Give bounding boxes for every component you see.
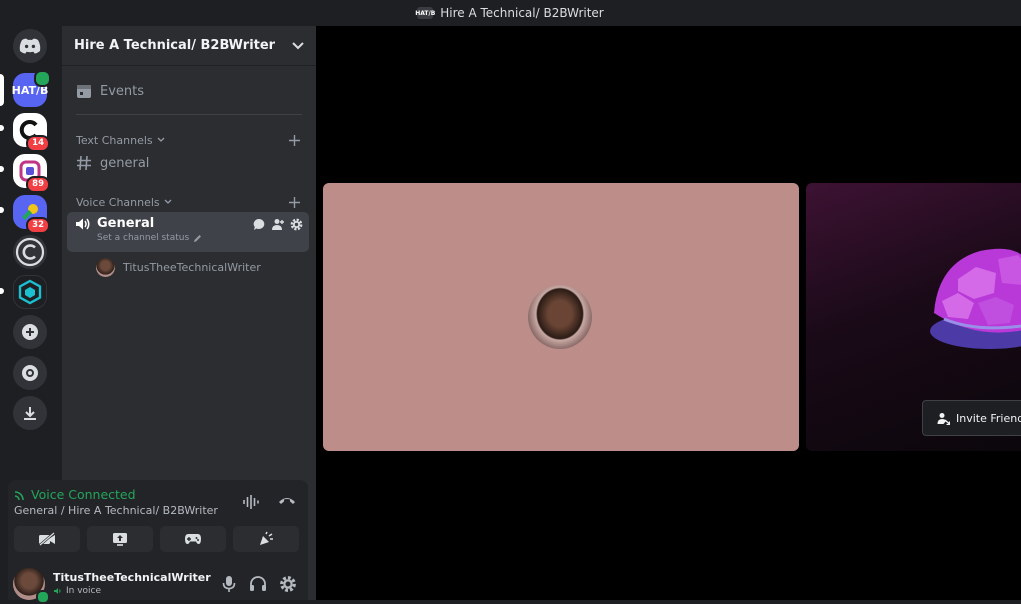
voice-speaker-icon [34,70,51,87]
voice-channel-general[interactable]: General Set a channel status [67,212,309,252]
selected-indicator [0,74,4,106]
soundboard-button[interactable] [233,526,299,552]
noise-suppression-icon[interactable] [242,494,260,510]
text-channels-category[interactable]: Text Channels [68,132,308,148]
voice-status[interactable]: Voice Connected [14,487,136,502]
channel-general[interactable]: general [68,151,316,175]
voice-status-label: Voice Connected [31,487,136,502]
server-icon: HAT/B [415,7,435,19]
camera-off-button[interactable] [14,526,80,552]
username: TitusTheeTechnicalWriter [53,571,211,584]
server-6[interactable] [13,275,47,309]
add-server-icon[interactable] [13,315,47,349]
invite-label: Invite Friends [956,411,1021,425]
turtle-shell-icon [930,248,1021,349]
title-bar: HAT/B Hire A Technical/ B2BWriter [0,0,1021,26]
voice-channels-category[interactable]: Voice Channels [68,194,308,210]
microphone-icon[interactable] [221,575,237,593]
download-icon[interactable] [13,396,47,430]
chevron-down-icon [164,199,172,204]
invite-tile: Invite Friends [806,183,1021,451]
speaker-icon [76,218,90,229]
unread-indicator [0,166,4,172]
server-hatb[interactable]: HAT/B [12,70,51,107]
server-header[interactable]: Hire A Technical/ B2BWriter [62,26,316,66]
chevron-down-icon [292,41,304,49]
server-5[interactable] [13,235,47,269]
events-label: Events [100,83,145,99]
user-status-text: In voice [66,586,102,596]
calendar-icon [77,85,91,98]
activity-button[interactable] [160,526,226,552]
chevron-down-icon [157,137,165,142]
mention-badge: 89 [26,176,50,193]
participant-avatar [528,285,592,349]
gear-icon[interactable] [290,218,303,231]
signal-icon [14,490,24,500]
member-name: TitusTheeTechnicalWriter [123,260,261,274]
hashtag-icon [77,155,91,171]
invite-person-icon [937,412,950,425]
invite-friends-button[interactable]: Invite Friends [922,400,1021,436]
divider [76,114,302,115]
online-status-icon [36,590,50,604]
voice-channel-label: General [97,216,155,231]
camera-off-icon [39,532,55,546]
pencil-icon [194,234,202,242]
unread-indicator [0,125,4,131]
headphones-icon[interactable] [249,575,267,593]
category-label: Text Channels [76,133,153,147]
gear-icon[interactable] [279,575,297,593]
server-3[interactable]: 89 [13,154,50,193]
server-4[interactable]: 32 [13,195,50,234]
category-label: Voice Channels [76,195,160,209]
channel-status[interactable]: Set a channel status [97,233,301,243]
soundboard-icon [260,531,273,545]
user-status: In voice [53,586,101,596]
user-panel[interactable]: TitusTheeTechnicalWriter In voice [13,568,303,604]
add-channel-icon[interactable] [289,134,300,146]
server-name: Hire A Technical/ B2BWriter [74,38,276,53]
voice-member[interactable]: TitusTheeTechnicalWriter [96,257,261,277]
discord-home-icon[interactable] [13,29,47,63]
participant-tile[interactable] [323,183,799,451]
explore-compass-icon[interactable] [13,356,47,390]
screen-share-button[interactable] [87,526,153,552]
disconnect-icon[interactable] [278,494,296,506]
voice-panel: Voice Connected General / Hire A Technic… [8,480,308,604]
avatar [96,257,115,277]
mention-badge: 14 [26,135,50,152]
channel-status-text: Set a channel status [97,233,190,243]
speaker-icon [54,588,61,594]
server-2[interactable]: 14 [13,113,50,152]
mention-badge: 32 [26,217,50,234]
unread-indicator [0,288,4,294]
voice-location[interactable]: General / Hire A Technical/ B2BWriter [14,504,218,517]
channel-label: general [100,155,150,171]
voice-stage: Invite Friends [316,26,1021,600]
events-item[interactable]: Events [68,80,316,102]
window-title: Hire A Technical/ B2BWriter [440,6,604,20]
add-channel-icon[interactable] [289,196,300,208]
unread-indicator [0,207,4,213]
chat-icon[interactable] [253,218,266,231]
gamepad-icon [185,534,201,544]
screen-share-icon [113,533,127,546]
invite-member-icon[interactable] [271,218,285,231]
